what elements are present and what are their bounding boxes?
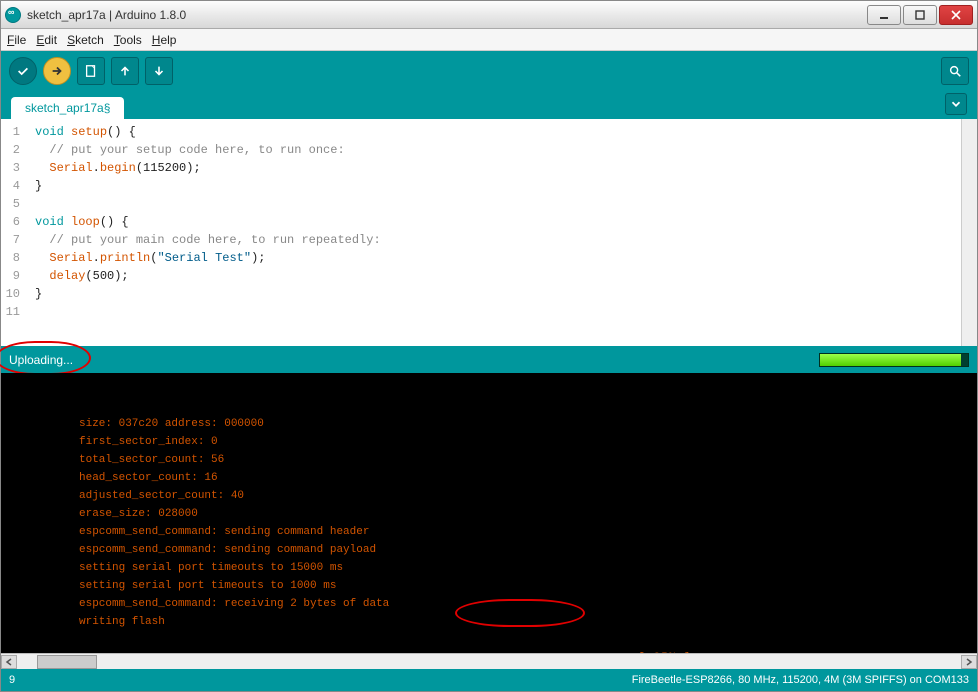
save-button[interactable] <box>145 57 173 85</box>
chevron-down-icon <box>949 97 963 111</box>
board-info: FireBeetle-ESP8266, 80 MHz, 115200, 4M (… <box>632 674 969 686</box>
code-content: // put your setup code here, to run once… <box>29 141 345 159</box>
console-line: setting serial port timeouts to 1000 ms <box>15 577 977 595</box>
line-number: 5 <box>1 195 29 213</box>
minimize-icon <box>879 10 889 20</box>
code-line: 2 // put your setup code here, to run on… <box>1 141 961 159</box>
console-line: erase_size: 028000 <box>15 505 977 523</box>
console-line: espcomm_send_command: sending command pa… <box>15 541 977 559</box>
check-icon <box>16 64 30 78</box>
status-text: Uploading... <box>9 353 73 367</box>
tab-label: sketch_apr17a <box>25 101 104 115</box>
line-number: 1 <box>1 123 29 141</box>
code-content: } <box>29 285 42 303</box>
code-content: void setup() { <box>29 123 136 141</box>
line-number: 8 <box>1 249 29 267</box>
line-number: 4 <box>1 177 29 195</box>
code-line: 5 <box>1 195 961 213</box>
code-line: 4} <box>1 177 961 195</box>
console-progress-line: ........................................… <box>15 649 977 653</box>
code-line: 8 Serial.println("Serial Test"); <box>1 249 961 267</box>
console-line: espcomm_send_command: sending command he… <box>15 523 977 541</box>
editor-area: 1void setup() {2 // put your setup code … <box>1 119 977 347</box>
minimize-button[interactable] <box>867 5 901 25</box>
code-line: 10} <box>1 285 961 303</box>
tab-modified-marker: § <box>104 101 111 115</box>
footer-bar: 9 FireBeetle-ESP8266, 80 MHz, 115200, 4M… <box>1 669 977 691</box>
verify-button[interactable] <box>9 57 37 85</box>
line-number: 9 <box>1 267 29 285</box>
serial-monitor-button[interactable] <box>941 57 969 85</box>
console-line: total_sector_count: 56 <box>15 451 977 469</box>
upload-progress <box>819 353 969 367</box>
code-content: // put your main code here, to run repea… <box>29 231 381 249</box>
console-scrollbar-horizontal[interactable] <box>1 653 977 669</box>
code-line: 9 delay(500); <box>1 267 961 285</box>
maximize-button[interactable] <box>903 5 937 25</box>
console-line: adjusted_sector_count: 40 <box>15 487 977 505</box>
code-editor[interactable]: 1void setup() {2 // put your setup code … <box>1 119 961 346</box>
line-number: 10 <box>1 285 29 303</box>
status-bar: Uploading... <box>1 347 977 373</box>
tab-bar: sketch_apr17a§ <box>1 91 977 119</box>
scroll-thumb[interactable] <box>37 655 97 669</box>
console-line: size: 037c20 address: 000000 <box>15 415 977 433</box>
code-content: } <box>29 177 42 195</box>
arrow-right-icon <box>50 64 64 78</box>
console-line: setting serial port timeouts to 15000 ms <box>15 559 977 577</box>
arrow-down-icon <box>152 64 166 78</box>
menu-tools[interactable]: Tools <box>114 33 142 47</box>
upload-button[interactable] <box>43 57 71 85</box>
title-bar: sketch_apr17a | Arduino 1.8.0 <box>1 1 977 29</box>
scroll-right-button[interactable] <box>961 655 977 669</box>
menu-file[interactable]: File <box>7 33 26 47</box>
magnifier-icon <box>948 64 962 78</box>
code-line: 3 Serial.begin(115200); <box>1 159 961 177</box>
line-number: 6 <box>1 213 29 231</box>
console-line: espcomm_send_command: receiving 2 bytes … <box>15 595 977 613</box>
new-button[interactable] <box>77 57 105 85</box>
code-content: Serial.println("Serial Test"); <box>29 249 265 267</box>
console-line: first_sector_index: 0 <box>15 433 977 451</box>
menu-bar: File Edit Sketch Tools Help <box>1 29 977 51</box>
code-line: 1void setup() { <box>1 123 961 141</box>
chevron-right-icon <box>965 658 973 666</box>
editor-scrollbar-vertical[interactable] <box>961 119 977 346</box>
code-line: 7 // put your main code here, to run rep… <box>1 231 961 249</box>
maximize-icon <box>915 10 925 20</box>
menu-sketch[interactable]: Sketch <box>67 33 104 47</box>
line-number: 11 <box>1 303 29 321</box>
code-content <box>29 195 35 213</box>
tab-sketch[interactable]: sketch_apr17a§ <box>11 97 124 119</box>
close-icon <box>951 10 961 20</box>
arduino-icon <box>5 7 21 23</box>
console-line: writing flash <box>15 613 977 631</box>
open-button[interactable] <box>111 57 139 85</box>
upload-progress-bar <box>820 354 961 366</box>
output-console[interactable]: size: 037c20 address: 000000first_sector… <box>1 373 977 653</box>
line-number: 7 <box>1 231 29 249</box>
scroll-left-button[interactable] <box>1 655 17 669</box>
window-title: sketch_apr17a | Arduino 1.8.0 <box>27 8 186 22</box>
toolbar <box>1 51 977 91</box>
code-content: delay(500); <box>29 267 129 285</box>
cursor-line-number: 9 <box>9 674 15 686</box>
code-content: void loop() { <box>29 213 129 231</box>
line-number: 2 <box>1 141 29 159</box>
scroll-track[interactable] <box>17 655 961 669</box>
line-number: 3 <box>1 159 29 177</box>
menu-edit[interactable]: Edit <box>36 33 57 47</box>
close-button[interactable] <box>939 5 973 25</box>
app-window: sketch_apr17a | Arduino 1.8.0 File Edit Sk… <box>0 0 978 692</box>
arrow-up-icon <box>118 64 132 78</box>
code-line: 6void loop() { <box>1 213 961 231</box>
chevron-left-icon <box>5 658 13 666</box>
code-content <box>29 303 35 321</box>
file-icon <box>84 64 98 78</box>
code-content: Serial.begin(115200); <box>29 159 201 177</box>
menu-help[interactable]: Help <box>152 33 177 47</box>
console-line: head_sector_count: 16 <box>15 469 977 487</box>
code-line: 11 <box>1 303 961 321</box>
tab-menu-button[interactable] <box>945 93 967 115</box>
